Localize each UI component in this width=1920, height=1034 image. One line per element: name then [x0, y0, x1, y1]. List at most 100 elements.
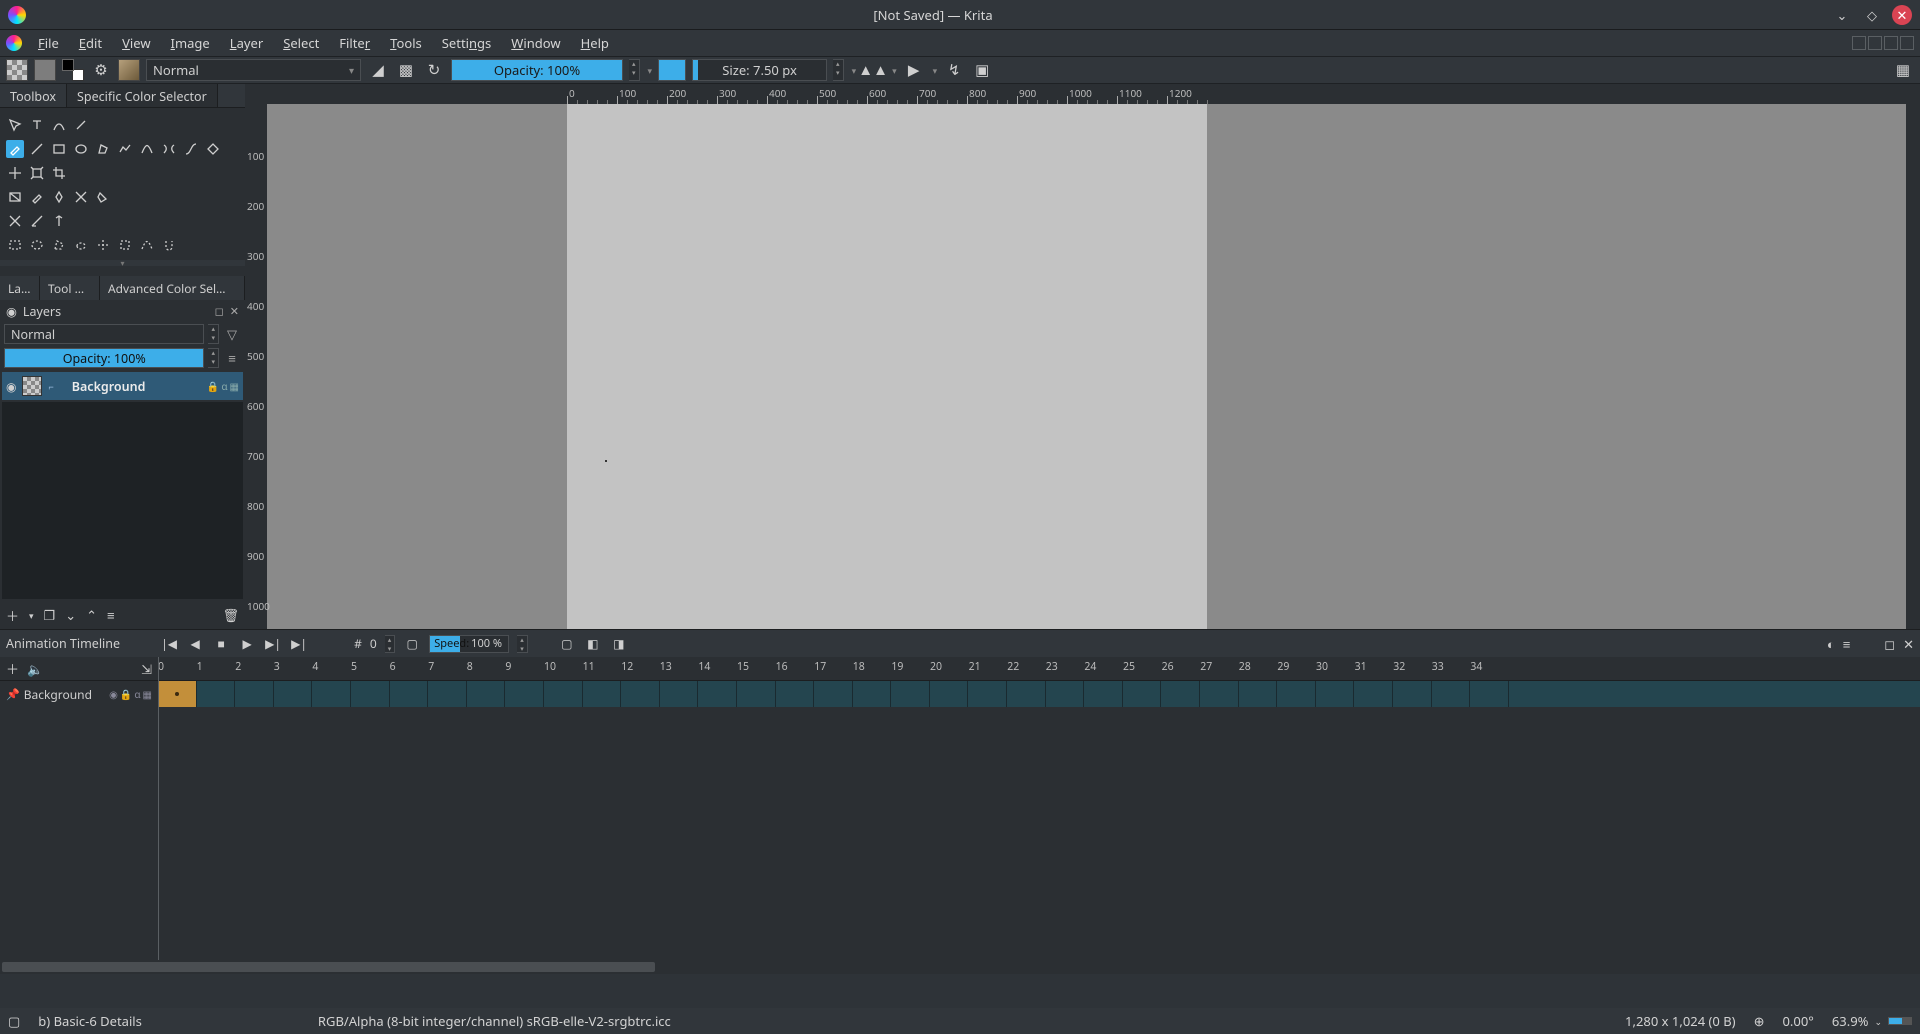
close-docker-icon[interactable]: ✕	[1903, 635, 1914, 653]
tab-specific-color[interactable]: Specific Color Selector	[67, 84, 218, 107]
frame-spinner[interactable]: ▴▾	[385, 635, 396, 653]
workspace-icon[interactable]	[1852, 36, 1866, 50]
add-keyframe-icon[interactable]: ＋	[6, 659, 19, 678]
canvas-viewport[interactable]: 0100200300400500600700800900100011001200…	[245, 84, 1920, 629]
menu-edit[interactable]: Edit	[69, 31, 112, 55]
tab-layers[interactable]: La…	[0, 276, 40, 300]
frame-value[interactable]: 0	[370, 635, 377, 652]
pin-icon[interactable]: 📌	[6, 687, 20, 702]
layer-blend-combo[interactable]: Normal	[4, 324, 204, 344]
similar-select-tool-icon[interactable]	[116, 236, 134, 254]
settings-menu-icon[interactable]: ≡	[1843, 635, 1851, 653]
mirror-vertical-icon[interactable]: ▶	[903, 59, 925, 81]
bezier-select-tool-icon[interactable]	[138, 236, 156, 254]
measure-tool-icon[interactable]	[28, 212, 46, 230]
visibility-icon[interactable]: ◉	[109, 687, 118, 701]
menu-help[interactable]: Help	[571, 31, 619, 55]
menu-layer[interactable]: Layer	[220, 31, 273, 55]
maximize-button[interactable]: ◇	[1862, 5, 1882, 25]
chevron-down-icon[interactable]: ▾	[852, 64, 857, 77]
ellipse-select-tool-icon[interactable]	[28, 236, 46, 254]
reference-tool-icon[interactable]	[50, 212, 68, 230]
duplicate-layer-icon[interactable]: ❐	[44, 606, 56, 624]
gradient-tool-icon[interactable]	[6, 188, 24, 206]
chevron-down-icon[interactable]: ⌄	[1874, 1015, 1882, 1028]
scrollbar-thumb[interactable]	[2, 962, 655, 972]
canvas-page[interactable]	[567, 104, 1207, 629]
rectangle-tool-icon[interactable]	[50, 140, 68, 158]
audio-icon[interactable]: 🔈	[27, 660, 43, 678]
zoom-slider[interactable]	[1888, 1017, 1912, 1025]
mirror-horizontal-icon[interactable]: ▲▲	[862, 59, 884, 81]
brush-preset-preview[interactable]	[118, 59, 140, 81]
compass-icon[interactable]: ⊕	[1754, 1012, 1765, 1030]
line-tool-icon[interactable]	[28, 140, 46, 158]
ellipse-tool-icon[interactable]	[72, 140, 90, 158]
onion-skin-1-icon[interactable]: ▢	[558, 635, 576, 652]
lock-icon[interactable]: 🔒	[207, 379, 219, 393]
last-frame-button[interactable]: ▶|	[290, 635, 308, 652]
properties-icon[interactable]: ≡	[107, 606, 115, 624]
speed-spinner[interactable]: ▴▾	[517, 635, 528, 653]
contiguous-select-tool-icon[interactable]	[94, 236, 112, 254]
pattern-swatch[interactable]	[6, 59, 28, 81]
close-button[interactable]: ✕	[1892, 5, 1912, 25]
blend-mode-combo[interactable]: Normal ▾	[146, 59, 361, 81]
menu-view[interactable]: View	[112, 31, 160, 55]
transform-tool-icon[interactable]	[6, 116, 24, 134]
tab-tool-options[interactable]: Tool Op…	[40, 276, 100, 300]
close-docker-icon[interactable]: ✕	[230, 304, 239, 319]
crop-tool-icon[interactable]	[50, 164, 68, 182]
playhead-line[interactable]	[158, 657, 159, 960]
edit-shapes-tool-icon[interactable]	[50, 116, 68, 134]
menu-file[interactable]: File	[28, 31, 69, 55]
onion-skin-3-icon[interactable]: ◨	[610, 635, 628, 652]
color-picker-tool-icon[interactable]	[28, 188, 46, 206]
layer-opacity-spinner[interactable]: ▴▾	[208, 348, 219, 368]
move-tool-icon[interactable]	[6, 164, 24, 182]
next-frame-button[interactable]: ▶|	[264, 635, 282, 652]
wrap-around-icon[interactable]: ↯	[943, 59, 965, 81]
selection-mode-icon[interactable]: ▢	[8, 1012, 20, 1030]
rect-select-tool-icon[interactable]	[6, 236, 24, 254]
opacity-spinner[interactable]: ▴▾	[629, 59, 640, 81]
pattern-edit-tool-icon[interactable]	[50, 188, 68, 206]
opacity-slider[interactable]: Opacity: 100%	[451, 59, 623, 81]
onion-icon[interactable]: ▦	[143, 687, 152, 701]
move-up-icon[interactable]: ⌃	[86, 606, 97, 624]
stop-button[interactable]: ■	[212, 635, 230, 652]
minimize-button[interactable]: ⌄	[1832, 5, 1852, 25]
multibrush-tool-icon[interactable]	[204, 140, 222, 158]
onion-icon[interactable]: ◐	[1827, 635, 1835, 653]
more-options-icon[interactable]: ≡	[223, 349, 241, 367]
tab-toolbox[interactable]: Toolbox	[0, 84, 67, 107]
chevron-down-icon[interactable]: ▾	[29, 609, 34, 622]
menu-image[interactable]: Image	[161, 31, 220, 55]
gradient-swatch[interactable]	[34, 59, 56, 81]
tab-advanced-color[interactable]: Advanced Color Sel…	[100, 276, 245, 300]
layer-name[interactable]: Background	[60, 378, 201, 395]
chevron-down-icon[interactable]: ▾	[648, 64, 653, 77]
brush-settings-icon[interactable]: ⚙	[90, 59, 112, 81]
workspace-buttons[interactable]	[1852, 36, 1914, 50]
text-tool-icon[interactable]	[28, 116, 46, 134]
move-down-icon[interactable]: ⌄	[65, 606, 76, 624]
smart-patch-tool-icon[interactable]	[72, 188, 90, 206]
freehand-path-tool-icon[interactable]	[160, 140, 178, 158]
status-zoom[interactable]: 63.9%	[1832, 1012, 1869, 1030]
assistant-tool-icon[interactable]	[6, 212, 24, 230]
layer-opacity-slider[interactable]: Opacity: 100%	[4, 348, 204, 368]
chevron-down-icon[interactable]: ▾	[933, 64, 938, 77]
workspace-chooser-icon[interactable]: ▦	[1892, 59, 1914, 81]
alpha-lock-icon[interactable]: α	[221, 379, 227, 393]
first-frame-button[interactable]: |◀	[160, 635, 178, 652]
calligraphy-tool-icon[interactable]	[72, 116, 90, 134]
brush-size-slider[interactable]: Size: 7.50 px	[692, 59, 827, 81]
drop-frames-icon[interactable]: ▢	[403, 635, 421, 652]
bezier-tool-icon[interactable]	[138, 140, 156, 158]
alpha-icon[interactable]: α	[134, 687, 140, 701]
polygon-select-tool-icon[interactable]	[50, 236, 68, 254]
add-layer-icon[interactable]: ＋	[6, 606, 19, 625]
workspace-icon[interactable]	[1900, 36, 1914, 50]
float-docker-icon[interactable]: ◻	[1884, 635, 1895, 653]
